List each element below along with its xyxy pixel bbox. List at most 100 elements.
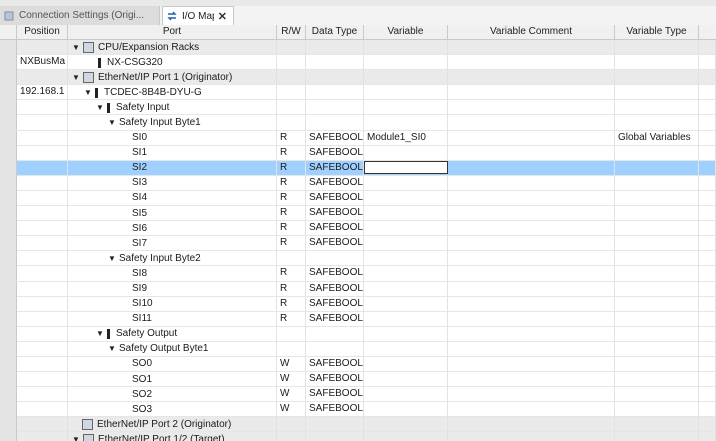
cell-variable[interactable]: Module1_SI0 (364, 130, 448, 146)
cell-variable-comment[interactable] (448, 206, 615, 222)
row-header[interactable] (0, 251, 17, 267)
cell-variable[interactable] (364, 281, 448, 297)
row-header[interactable] (0, 175, 17, 191)
cell-variable[interactable] (364, 311, 448, 327)
table-row[interactable]: SI10 R SAFEBOOL (0, 296, 716, 312)
table-row[interactable]: ▼ EtherNet/IP Port 1/2 (Target) (0, 432, 716, 441)
cell-variable-comment[interactable] (448, 190, 615, 206)
cell-variable-comment[interactable] (448, 311, 615, 327)
table-row[interactable]: SO1 W SAFEBOOL (0, 372, 716, 388)
cell-variable[interactable] (364, 100, 448, 116)
cell-variable-comment[interactable] (448, 417, 615, 433)
table-row[interactable]: ▼ CPU/Expansion Racks (0, 40, 716, 56)
row-header[interactable] (0, 190, 17, 206)
cell-variable[interactable] (364, 55, 448, 71)
table-row[interactable]: ▼ EtherNet/IP Port 1 (Originator) (0, 70, 716, 86)
table-row[interactable]: SI4 R SAFEBOOL (0, 190, 716, 207)
cell-variable-comment[interactable] (448, 251, 615, 267)
cell-variable[interactable] (364, 356, 448, 372)
table-row[interactable]: SO3 W SAFEBOOL (0, 402, 716, 418)
cell-variable[interactable] (364, 70, 448, 86)
row-header[interactable] (0, 145, 17, 161)
cell-variable-comment[interactable] (448, 70, 615, 86)
column-header-variable[interactable]: Variable (364, 25, 448, 39)
cell-variable-comment[interactable] (448, 296, 615, 312)
cell-variable-comment[interactable] (448, 387, 615, 403)
cell-variable-comment[interactable] (448, 55, 615, 71)
cell-variable[interactable] (364, 251, 448, 267)
cell-variable[interactable] (364, 115, 448, 131)
cell-variable-comment[interactable] (448, 281, 615, 297)
column-header-rw[interactable]: R/W (277, 25, 306, 39)
table-row[interactable]: SI7 R SAFEBOOL (0, 236, 716, 252)
close-icon[interactable]: ✕ (218, 10, 227, 23)
row-header[interactable] (0, 85, 17, 101)
table-row[interactable]: SI8 R SAFEBOOL (0, 266, 716, 282)
cell-variable-comment[interactable] (448, 266, 615, 282)
row-header[interactable] (0, 130, 17, 146)
expand-toggle-icon[interactable]: ▼ (108, 116, 116, 130)
expand-toggle-icon[interactable]: ▼ (72, 71, 80, 85)
row-header[interactable] (0, 296, 17, 312)
column-header-port[interactable]: Port (68, 25, 277, 39)
cell-variable[interactable] (364, 236, 448, 252)
cell-variable[interactable] (364, 221, 448, 237)
cell-variable-comment[interactable] (448, 100, 615, 116)
table-row[interactable]: SI3 R SAFEBOOL (0, 175, 716, 191)
expand-toggle-icon[interactable]: ▼ (84, 86, 92, 100)
table-row[interactable]: SI6 R SAFEBOOL (0, 221, 716, 237)
row-header[interactable] (0, 40, 17, 55)
table-row[interactable]: SI1 R SAFEBOOL (0, 145, 716, 161)
table-row[interactable]: SI2 R SAFEBOOL (0, 160, 716, 176)
row-header[interactable] (0, 281, 17, 297)
cell-variable-comment[interactable] (448, 221, 615, 237)
row-header[interactable] (0, 221, 17, 237)
cell-variable[interactable] (364, 190, 448, 206)
cell-variable-comment[interactable] (448, 326, 615, 342)
cell-variable[interactable] (364, 432, 448, 441)
cell-variable[interactable] (364, 85, 448, 101)
expand-toggle-icon[interactable]: ▼ (96, 327, 104, 341)
expand-toggle-icon[interactable]: ▼ (96, 101, 104, 115)
column-header-data-type[interactable]: Data Type (306, 25, 364, 39)
cell-variable[interactable] (364, 402, 448, 418)
row-header[interactable] (0, 70, 17, 86)
row-header[interactable] (0, 115, 17, 131)
table-row[interactable]: ▼ Safety Output Byte1 (0, 341, 716, 357)
expand-toggle-icon[interactable]: ▼ (108, 342, 116, 356)
cell-variable[interactable] (364, 266, 448, 282)
table-row[interactable]: ▼ Safety Output (0, 326, 716, 342)
cell-variable-comment[interactable] (448, 372, 615, 388)
cell-variable[interactable] (364, 296, 448, 312)
column-header-variable-type[interactable]: Variable Type (615, 25, 699, 39)
expand-toggle-icon[interactable]: ▼ (72, 41, 80, 55)
table-row[interactable]: SI0 R SAFEBOOL Module1_SI0 Global Variables (0, 130, 716, 146)
cell-variable-comment[interactable] (448, 130, 615, 146)
row-header[interactable] (0, 341, 17, 357)
expand-toggle-icon[interactable]: ▼ (108, 252, 116, 266)
table-row[interactable]: SI5 R SAFEBOOL (0, 206, 716, 222)
cell-variable[interactable] (364, 160, 448, 174)
cell-variable[interactable] (364, 417, 448, 433)
column-header-variable-comment[interactable]: Variable Comment (448, 25, 615, 39)
row-header[interactable] (0, 417, 17, 433)
cell-variable-comment[interactable] (448, 402, 615, 418)
tab-io-map[interactable]: I/O Map ✕ (162, 6, 234, 25)
expand-toggle-icon[interactable]: ▼ (72, 433, 80, 441)
table-row[interactable]: EtherNet/IP Port 2 (Originator) (0, 417, 716, 433)
row-header[interactable] (0, 206, 17, 222)
row-header[interactable] (0, 356, 17, 372)
cell-variable-comment[interactable] (448, 40, 615, 55)
row-header[interactable] (0, 266, 17, 282)
row-header[interactable] (0, 326, 17, 342)
cell-variable[interactable] (364, 372, 448, 388)
table-row[interactable]: SI9 R SAFEBOOL (0, 281, 716, 297)
cell-variable[interactable] (364, 341, 448, 357)
table-row[interactable]: SI11 R SAFEBOOL (0, 311, 716, 327)
table-row[interactable]: ▼ Safety Input Byte1 (0, 115, 716, 131)
cell-variable-comment[interactable] (448, 341, 615, 357)
row-header[interactable] (0, 311, 17, 327)
cell-variable-comment[interactable] (448, 160, 615, 176)
table-row[interactable]: 192.168.1 ▼ TCDEC-8B4B-DYU-G (0, 85, 716, 101)
row-header[interactable] (0, 372, 17, 388)
